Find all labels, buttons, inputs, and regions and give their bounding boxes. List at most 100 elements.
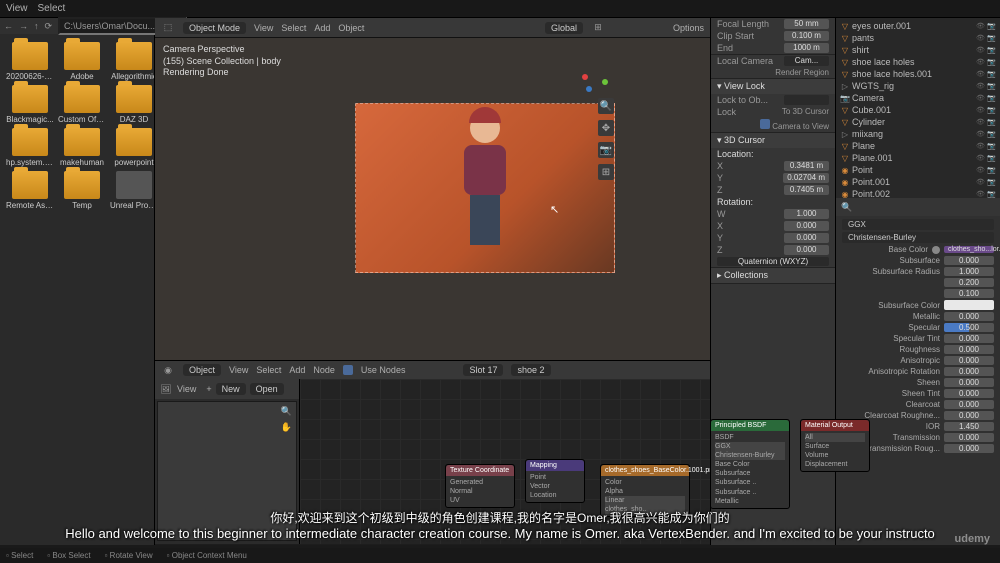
node-node-menu[interactable]: Node xyxy=(313,365,335,375)
hand-icon[interactable]: ✋ xyxy=(281,422,292,433)
outliner-item[interactable]: ▷miixang👁📷 xyxy=(838,128,998,140)
folder-item[interactable]: Custom Offic... xyxy=(58,85,106,124)
render-icon[interactable]: 📷 xyxy=(987,142,996,151)
mode-dropdown[interactable]: Object Mode xyxy=(183,22,246,34)
eye-icon[interactable]: 👁 xyxy=(976,82,985,91)
zoom-icon[interactable]: 🔍 xyxy=(281,406,292,417)
render-icon[interactable]: 📷 xyxy=(987,106,996,115)
render-icon[interactable]: 📷 xyxy=(987,178,996,187)
folder-item[interactable]: Adobe xyxy=(58,42,106,81)
search-icon[interactable]: 🔍 xyxy=(840,200,854,214)
outliner-item[interactable]: ◉Point.001👁📷 xyxy=(838,176,998,188)
editor-type-icon[interactable]: ⬚ xyxy=(161,21,175,35)
eye-icon[interactable]: 👁 xyxy=(976,166,985,175)
refresh-icon[interactable]: ⟳ xyxy=(45,19,53,33)
outliner-item[interactable]: ▽shoe lace holes👁📷 xyxy=(838,56,998,68)
eye-icon[interactable]: 👁 xyxy=(976,154,985,163)
fwd-icon[interactable]: → xyxy=(19,19,28,33)
folder-item[interactable]: 20200626-A... xyxy=(6,42,54,81)
cursor-z[interactable]: 0.7405 m xyxy=(784,185,829,195)
vp-add-menu[interactable]: Add xyxy=(314,23,330,33)
eye-icon[interactable]: 👁 xyxy=(976,94,985,103)
node-canvas[interactable]: Texture Coordinate Generated Normal UV M… xyxy=(300,379,710,544)
eye-icon[interactable]: 👁 xyxy=(976,118,985,127)
node-view-menu[interactable]: View xyxy=(229,365,248,375)
viewport-3d[interactable]: Camera Perspective (155) Scene Collectio… xyxy=(155,38,710,360)
open-button[interactable]: Open xyxy=(250,383,284,395)
render-icon[interactable]: 📷 xyxy=(987,82,996,91)
outliner-item[interactable]: ▽eyes outer.001👁📷 xyxy=(838,20,998,32)
render-icon[interactable]: 📷 xyxy=(987,130,996,139)
eye-icon[interactable]: 👁 xyxy=(976,22,985,31)
preview-icon[interactable]: 🖼 xyxy=(159,382,173,396)
basecolor-input[interactable]: clothes_sho...lor.1001.png xyxy=(944,246,994,253)
render-icon[interactable]: 📷 xyxy=(987,190,996,199)
folder-item[interactable]: powerpoint xyxy=(110,128,154,167)
folder-item[interactable]: Temp xyxy=(58,171,106,210)
cursor-x[interactable]: 0.3481 m xyxy=(784,161,829,171)
render-icon[interactable]: 📷 xyxy=(987,166,996,175)
eye-icon[interactable]: 👁 xyxy=(976,178,985,187)
node-select-menu[interactable]: Select xyxy=(256,365,281,375)
move-icon[interactable]: ✥ xyxy=(598,120,614,136)
outliner-item[interactable]: 📷Camera👁📷 xyxy=(838,92,998,104)
dist-dropdown[interactable]: GGX xyxy=(842,219,994,230)
preview-viewport[interactable]: 🔍 ✋ xyxy=(157,401,297,541)
image-texture-node[interactable]: clothes_shoes_BaseColor.1001.png Color A… xyxy=(600,464,690,517)
nav-gizmo[interactable] xyxy=(582,68,610,96)
eye-icon[interactable]: 👁 xyxy=(976,190,985,199)
cursor-header[interactable]: ▾ 3D Cursor xyxy=(711,133,835,148)
snap-icon[interactable]: ⊞ xyxy=(591,21,605,35)
camera-icon[interactable]: 📷 xyxy=(598,142,614,158)
eye-icon[interactable]: 👁 xyxy=(976,70,985,79)
collections-header[interactable]: ▸ Collections xyxy=(711,268,835,283)
ss-color[interactable] xyxy=(944,300,994,310)
render-icon[interactable]: 📷 xyxy=(987,46,996,55)
vp-select-menu[interactable]: Select xyxy=(281,23,306,33)
mapping-node[interactable]: Mapping Point Vector Location xyxy=(525,459,585,503)
outliner-item[interactable]: ◉Point👁📷 xyxy=(838,164,998,176)
eye-icon[interactable]: 👁 xyxy=(976,142,985,151)
eye-icon[interactable]: 👁 xyxy=(976,58,985,67)
folder-item[interactable]: Blackmagic... xyxy=(6,85,54,124)
outliner-item[interactable]: ▽shoe lace holes.001👁📷 xyxy=(838,68,998,80)
outliner-item[interactable]: ▽shirt👁📷 xyxy=(838,44,998,56)
render-icon[interactable]: 📷 xyxy=(987,34,996,43)
camera-to-view-checkbox[interactable] xyxy=(760,119,770,129)
node-editor-icon[interactable]: ◉ xyxy=(161,363,175,377)
use-nodes-checkbox[interactable] xyxy=(343,365,353,375)
folder-item[interactable]: Allegorithmic xyxy=(110,42,154,81)
outliner-item[interactable]: ▽Cylinder👁📷 xyxy=(838,116,998,128)
vp-view-menu[interactable]: View xyxy=(254,23,273,33)
outliner-item[interactable]: ▽Plane.001👁📷 xyxy=(838,152,998,164)
view-menu[interactable]: View xyxy=(6,3,28,14)
render-icon[interactable]: 📷 xyxy=(987,118,996,127)
pv-view[interactable]: View xyxy=(177,384,196,394)
back-icon[interactable]: ← xyxy=(4,19,13,33)
cursor-y[interactable]: 0.02704 m xyxy=(783,173,829,183)
eye-icon[interactable]: 👁 xyxy=(976,106,985,115)
slot-dropdown[interactable]: Slot 17 xyxy=(463,364,503,376)
outliner-item[interactable]: ▽Plane👁📷 xyxy=(838,140,998,152)
folder-item[interactable]: Unreal Project xyxy=(110,171,154,210)
render-icon[interactable]: 📷 xyxy=(987,22,996,31)
eye-icon[interactable]: 👁 xyxy=(976,130,985,139)
outliner-item[interactable]: ◉Point.002👁📷 xyxy=(838,188,998,198)
options-menu[interactable]: Options xyxy=(673,23,704,33)
folder-item[interactable]: DAZ 3D xyxy=(110,85,154,124)
eye-icon[interactable]: 👁 xyxy=(976,34,985,43)
zoom-icon[interactable]: 🔍 xyxy=(598,98,614,114)
outliner-item[interactable]: ▽Cube.001👁📷 xyxy=(838,104,998,116)
vp-object-menu[interactable]: Object xyxy=(338,23,364,33)
outliner-item[interactable]: ▷WGTS_rig👁📷 xyxy=(838,80,998,92)
render-icon[interactable]: 📷 xyxy=(987,94,996,103)
texture-coordinate-node[interactable]: Texture Coordinate Generated Normal UV xyxy=(445,464,515,508)
node-object-dropdown[interactable]: Object xyxy=(183,364,221,376)
render-icon[interactable]: 📷 xyxy=(987,70,996,79)
eye-icon[interactable]: 👁 xyxy=(976,46,985,55)
folder-item[interactable]: hp.system.pa... xyxy=(6,128,54,167)
up-icon[interactable]: ↑ xyxy=(34,19,39,33)
folder-item[interactable]: Remote Assis... xyxy=(6,171,54,210)
material-output-node[interactable]: Material Output All Surface Volume Displ… xyxy=(800,419,870,472)
select-menu[interactable]: Select xyxy=(38,3,66,14)
